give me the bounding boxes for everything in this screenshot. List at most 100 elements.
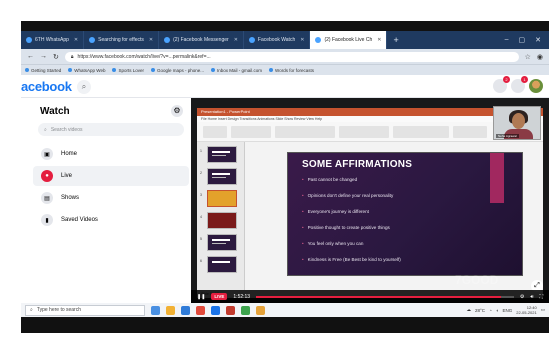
search-icon: ⌕ bbox=[44, 126, 47, 133]
ppt-ribbon bbox=[197, 122, 543, 142]
live-badge: LIVE bbox=[211, 293, 228, 300]
slide-thumbnail: 1 bbox=[200, 146, 237, 163]
notification-badge: 1 bbox=[521, 76, 528, 83]
sidebar-item-shows[interactable]: ▤ Shows bbox=[33, 188, 189, 208]
screenshot-frame: 6TH WhatsApp ✕ Searching for effects ✕ (2)… bbox=[21, 21, 549, 333]
tray-temperature: 28°C bbox=[475, 307, 486, 313]
thumb-number: 5 bbox=[200, 237, 202, 241]
fullscreen-icon[interactable]: ⛶ bbox=[539, 294, 543, 300]
thumb-line bbox=[212, 243, 226, 244]
whatsapp-icon[interactable] bbox=[241, 305, 250, 315]
taskbar-clock[interactable]: 12:40 22-05-2021 bbox=[516, 305, 536, 315]
bookmark-favicon-icon bbox=[68, 68, 73, 73]
new-tab-button[interactable]: + bbox=[387, 35, 404, 45]
notification-icon[interactable]: ▭ bbox=[541, 307, 545, 313]
ribbon-group bbox=[393, 126, 449, 138]
home-icon: ▣ bbox=[41, 148, 53, 160]
close-tab-icon[interactable]: ✕ bbox=[149, 37, 153, 43]
task-view-icon[interactable] bbox=[151, 305, 160, 315]
settings-icon[interactable]: ⚙ bbox=[520, 294, 524, 300]
live-video-player[interactable]: Presentation1 - PowerPoint File Home Ins… bbox=[191, 98, 549, 303]
messenger-icon[interactable]: 2 bbox=[493, 76, 510, 93]
speaker-icon[interactable]: ◖ bbox=[496, 308, 499, 313]
sidebar-item-live[interactable]: ● Live bbox=[33, 166, 189, 186]
facebook-logo[interactable]: acebook bbox=[21, 79, 72, 94]
slide-bullet: Opinions don't define your real personal… bbox=[302, 193, 394, 198]
profile-icon[interactable]: ◉ bbox=[537, 53, 543, 61]
zoom-icon[interactable] bbox=[211, 305, 220, 315]
sidebar-item-saved-videos[interactable]: ▮ Saved Videos bbox=[33, 210, 189, 230]
slide-thumbnails: 1 2 3 4 5 6 bbox=[197, 142, 245, 290]
bookmark-item[interactable]: Getting Started bbox=[25, 68, 61, 73]
notifications-bell-icon[interactable]: 1 bbox=[511, 76, 528, 93]
watch-sidebar: Watch ⚙ ⌕ Search videos ▣ Home ● Live ▤ Show… bbox=[21, 98, 191, 303]
close-tab-icon[interactable]: ✕ bbox=[234, 37, 238, 43]
header-actions: 2 1 bbox=[493, 76, 543, 93]
bookmark-icon: ▮ bbox=[41, 214, 53, 226]
progress-fill bbox=[256, 295, 501, 298]
tab-favicon-icon bbox=[26, 37, 32, 43]
close-tab-icon[interactable]: ✕ bbox=[300, 37, 304, 43]
search-icon[interactable]: ⌕ bbox=[77, 80, 91, 94]
search-placeholder: Search videos bbox=[50, 126, 83, 133]
bookmark-item[interactable]: Sports Lover bbox=[112, 68, 144, 73]
back-icon[interactable]: ← bbox=[27, 53, 34, 60]
address-bar: ← → ↻ 🔒︎ https://www.facebook.com/watch/l… bbox=[21, 49, 549, 64]
gear-icon[interactable]: ⚙ bbox=[171, 105, 183, 117]
progress-bar[interactable] bbox=[256, 295, 514, 298]
play-pause-icon[interactable]: ❚❚ bbox=[197, 294, 205, 300]
edge-icon[interactable] bbox=[181, 305, 190, 315]
live-icon: ● bbox=[41, 170, 53, 182]
forward-icon[interactable]: → bbox=[40, 53, 47, 60]
wifi-icon[interactable]: ◔ bbox=[489, 308, 492, 313]
lock-icon: 🔒︎ bbox=[70, 53, 74, 60]
bookmark-label: Google maps - phone... bbox=[156, 67, 205, 73]
bookmark-label: WhatsApp Web bbox=[74, 67, 106, 73]
mail-icon[interactable] bbox=[256, 305, 265, 315]
file-explorer-icon[interactable] bbox=[166, 305, 175, 315]
bookmark-favicon-icon bbox=[112, 68, 117, 73]
browser-tab-active[interactable]: (2) Facebook Live Ch ✕ bbox=[310, 31, 388, 49]
thumb-line bbox=[212, 151, 230, 153]
taskbar-search-input[interactable]: ⌕ Type here to search bbox=[25, 304, 145, 316]
sidebar-item-label: Saved Videos bbox=[61, 217, 98, 223]
video-watermark: 7GOOD bbox=[455, 273, 499, 287]
browser-tab[interactable]: Searching for effects ✕ bbox=[84, 31, 160, 49]
slide-thumbnail: 6 bbox=[200, 256, 237, 273]
browser-tab-bar: 6TH WhatsApp ✕ Searching for effects ✕ (2)… bbox=[21, 31, 549, 49]
close-tab-icon[interactable]: ✕ bbox=[74, 37, 78, 43]
browser-tab[interactable]: 6TH WhatsApp ✕ bbox=[21, 31, 85, 49]
url-field[interactable]: 🔒︎ https://www.facebook.com/watch/live/?v… bbox=[64, 51, 519, 62]
close-tab-icon[interactable]: ✕ bbox=[377, 37, 381, 43]
avatar[interactable] bbox=[529, 79, 543, 93]
bookmark-item[interactable]: Inbox Mail - gmail.com bbox=[211, 68, 262, 73]
tab-favicon-icon bbox=[164, 37, 171, 43]
ppt-title-bar: Presentation1 - PowerPoint bbox=[197, 108, 543, 116]
thumb-line bbox=[212, 261, 230, 263]
bookmark-favicon-icon bbox=[269, 68, 274, 73]
close-window-button[interactable]: ✕ bbox=[535, 36, 541, 44]
watch-title: Watch bbox=[40, 106, 70, 117]
bookmark-star-icon[interactable]: ☆ bbox=[525, 53, 531, 61]
maximize-button[interactable]: ▢ bbox=[519, 36, 526, 44]
thumb-line bbox=[212, 177, 226, 178]
thumb-number: 6 bbox=[200, 259, 202, 263]
bookmark-item[interactable]: WhatsApp Web bbox=[68, 68, 105, 73]
window-controls: – ▢ ✕ bbox=[505, 36, 549, 44]
browser-tab[interactable]: (2) Facebook Messenger ✕ bbox=[159, 31, 244, 49]
minimize-button[interactable]: – bbox=[505, 36, 509, 44]
weather-icon[interactable]: ☁ bbox=[467, 307, 472, 313]
reload-icon[interactable]: ↻ bbox=[53, 53, 59, 61]
powerpoint-icon[interactable] bbox=[226, 305, 235, 315]
presenter-webcam: Neha Agrawal bbox=[493, 106, 541, 140]
chrome-icon[interactable] bbox=[196, 305, 205, 315]
bookmark-item[interactable]: Words for forecasts bbox=[269, 68, 314, 73]
slide-thumbnail: 4 bbox=[200, 212, 237, 229]
sidebar-item-home[interactable]: ▣ Home bbox=[33, 144, 189, 164]
bookmark-item[interactable]: Google maps - phone... bbox=[150, 67, 205, 73]
volume-icon[interactable]: 🔊︎ bbox=[530, 294, 533, 300]
tray-language: ENG bbox=[502, 307, 513, 313]
browser-tab[interactable]: Facebook Watch ✕ bbox=[244, 31, 311, 49]
thumb-line bbox=[212, 155, 226, 156]
search-videos-input[interactable]: ⌕ Search videos bbox=[38, 123, 184, 136]
